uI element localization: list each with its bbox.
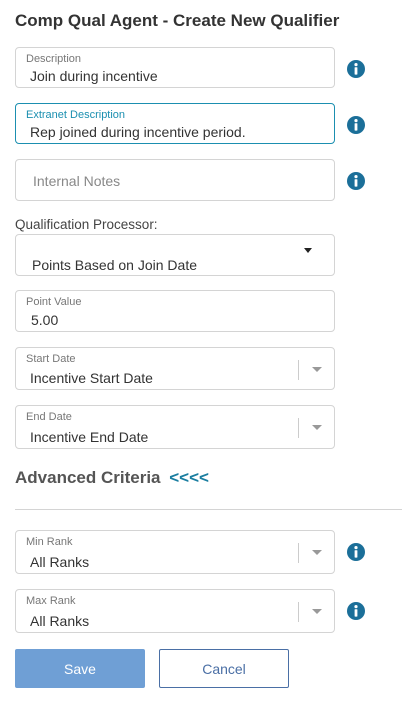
start-date-select[interactable]: Start Date Incentive Start Date [15, 347, 335, 390]
min-rank-value: All Ranks [30, 554, 90, 570]
dropdown-separator [298, 360, 299, 380]
chevron-down-icon[interactable] [312, 609, 322, 614]
end-date-value: Incentive End Date [30, 429, 149, 445]
qualification-processor-value: Points Based on Join Date [32, 257, 197, 273]
dropdown-separator [298, 543, 299, 563]
info-icon[interactable] [347, 602, 365, 620]
advanced-criteria-title: Advanced Criteria [15, 468, 161, 487]
end-date-select[interactable]: End Date Incentive End Date [15, 405, 335, 449]
min-rank-label: Min Rank [26, 536, 73, 548]
description-value: Join during incentive [30, 68, 158, 84]
extranet-description-field[interactable]: Extranet Description Rep joined during i… [15, 103, 335, 144]
chevron-down-icon[interactable] [312, 425, 322, 430]
save-button[interactable]: Save [15, 649, 145, 688]
chevron-down-icon[interactable] [312, 550, 322, 555]
max-rank-value: All Ranks [30, 613, 90, 629]
internal-notes-field[interactable]: Internal Notes [15, 159, 335, 201]
dropdown-separator [298, 602, 299, 622]
min-rank-select[interactable]: Min Rank All Ranks [15, 530, 335, 574]
advanced-criteria-heading: Advanced Criteria <<<< [15, 468, 209, 488]
description-field[interactable]: Description Join during incentive [15, 47, 335, 88]
internal-notes-placeholder: Internal Notes [33, 173, 121, 189]
max-rank-label: Max Rank [26, 595, 76, 607]
chevron-down-icon[interactable] [312, 367, 322, 372]
info-icon[interactable] [347, 172, 365, 190]
qualification-processor-label: Qualification Processor: [15, 217, 158, 232]
divider [15, 509, 402, 510]
qualification-processor-select[interactable]: Points Based on Join Date [15, 234, 335, 276]
start-date-value: Incentive Start Date [30, 370, 153, 386]
point-value-label: Point Value [26, 296, 82, 308]
point-value-field[interactable]: Point Value 5.00 [15, 290, 335, 332]
advanced-criteria-toggle[interactable]: <<<< [169, 468, 209, 487]
cancel-button[interactable]: Cancel [159, 649, 289, 688]
end-date-label: End Date [26, 411, 72, 423]
description-label: Description [26, 53, 82, 65]
extranet-description-label: Extranet Description [26, 109, 126, 121]
extranet-description-value: Rep joined during incentive period. [30, 124, 246, 140]
chevron-down-icon [304, 248, 312, 253]
max-rank-select[interactable]: Max Rank All Ranks [15, 589, 335, 633]
create-qualifier-page: Comp Qual Agent - Create New Qualifier D… [0, 0, 402, 701]
dropdown-separator [298, 418, 299, 438]
page-title: Comp Qual Agent - Create New Qualifier [15, 11, 340, 30]
start-date-label: Start Date [26, 353, 76, 365]
info-icon[interactable] [347, 116, 365, 134]
info-icon[interactable] [347, 543, 365, 561]
info-icon[interactable] [347, 60, 365, 78]
point-value-value: 5.00 [31, 312, 59, 328]
